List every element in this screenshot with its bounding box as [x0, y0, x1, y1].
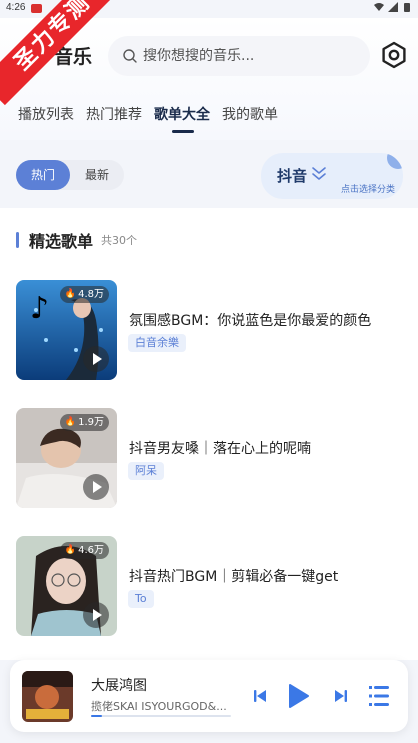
- mini-player[interactable]: 大展鸿图 揽佬SKAI ISYOURGOD&...: [10, 660, 408, 732]
- play-count: 4.8万: [78, 289, 104, 300]
- tab-playlist[interactable]: 播放列表: [18, 104, 74, 130]
- playlist-author: 白音余樂: [128, 334, 186, 352]
- decorative-dot: [387, 153, 403, 169]
- playlist-cover: 🔥 4.6万: [16, 536, 117, 636]
- sort-hot-option[interactable]: 热门: [16, 160, 70, 190]
- wifi-icon: [374, 3, 384, 11]
- playlist-cover: 🔥 1.9万: [16, 408, 117, 508]
- play-count: 4.6万: [78, 545, 104, 556]
- sort-toggle: 热门 最新: [16, 160, 124, 190]
- search-input[interactable]: [143, 48, 343, 64]
- playlist-title: 氛围感BGM：你说蓝色是你最爱的颜色: [129, 313, 372, 329]
- album-art[interactable]: [22, 671, 73, 722]
- filter-row: 热门 最新 抖音 点击选择分类: [0, 140, 418, 208]
- status-time: 4:26: [6, 2, 26, 13]
- playlist-item[interactable]: 🔥 1.9万 抖音男友嗓｜落在心上的呢喃 阿呆: [16, 408, 406, 508]
- playlist-author: 阿呆: [128, 462, 164, 480]
- tab-hot-recommend[interactable]: 热门推荐: [86, 104, 142, 130]
- status-icons: [374, 2, 412, 12]
- category-name: 抖音: [277, 167, 308, 185]
- next-track-icon[interactable]: [334, 688, 348, 704]
- category-selector[interactable]: 抖音 点击选择分类: [261, 153, 403, 199]
- battery-icon: [404, 3, 410, 12]
- fire-icon: 🔥: [64, 545, 77, 555]
- signal-icon: [388, 2, 398, 12]
- playlist-item[interactable]: ♪ 🔥 4.8万 氛围感BGM：你说蓝色是你最爱的颜色 白音余樂: [16, 280, 406, 380]
- tab-all-playlists[interactable]: 歌单大全: [154, 104, 210, 133]
- now-playing-artist: 揽佬SKAI ISYOURGOD&...: [91, 700, 227, 713]
- play-icon[interactable]: [83, 602, 109, 628]
- play-count-badge: 🔥 1.9万: [59, 414, 109, 431]
- play-button-icon[interactable]: [288, 683, 310, 709]
- play-count-badge: 🔥 4.8万: [59, 286, 109, 303]
- settings-icon[interactable]: [379, 40, 409, 70]
- play-count: 1.9万: [78, 417, 104, 428]
- category-hint: 点击选择分类: [340, 185, 395, 195]
- play-count-badge: 🔥 4.6万: [59, 542, 109, 559]
- fire-icon: 🔥: [64, 417, 77, 427]
- tab-bar: 播放列表 热门推荐 歌单大全 我的歌单: [18, 104, 278, 133]
- section-title: 精选歌单: [29, 232, 94, 251]
- playlist-title: 抖音热门BGM｜剪辑必备一键get: [129, 569, 339, 585]
- search-icon: [123, 49, 137, 63]
- app-page: 4:26 圣力专测 音乐 播放列表 热门推荐 歌单大全 我的歌单: [0, 0, 418, 743]
- section-count: 共30个: [101, 234, 138, 247]
- svg-text:♪: ♪: [30, 291, 49, 326]
- playlist-panel: 精选歌单 共30个 ♪ 🔥 4.8万 氛围感BGM：你说蓝色是你最爱的颜色 白音…: [0, 208, 418, 660]
- chevron-down-icon: [312, 167, 326, 180]
- album-art-image: [22, 671, 73, 722]
- playlist-cover: ♪ 🔥 4.8万: [16, 280, 117, 380]
- section-header: 精选歌单 共30个: [16, 228, 137, 252]
- progress-fill: [91, 715, 103, 717]
- tab-my-playlists[interactable]: 我的歌单: [222, 104, 278, 130]
- playback-progress[interactable]: [91, 715, 231, 717]
- play-icon[interactable]: [83, 474, 109, 500]
- notification-icon: [31, 4, 42, 13]
- playlist-author: To: [128, 590, 154, 608]
- playlist-queue-icon[interactable]: [369, 684, 391, 708]
- play-icon[interactable]: [83, 346, 109, 372]
- previous-track-icon[interactable]: [253, 688, 267, 704]
- now-playing-title: 大展鸿图: [91, 678, 147, 694]
- playlist-title: 抖音男友嗓｜落在心上的呢喃: [129, 441, 311, 457]
- playlist-item[interactable]: 🔥 4.6万 抖音热门BGM｜剪辑必备一键get To: [16, 536, 406, 636]
- sort-new-option[interactable]: 最新: [70, 160, 124, 190]
- fire-icon: 🔥: [64, 289, 77, 299]
- search-bar[interactable]: [108, 36, 370, 76]
- section-accent-bar: [16, 232, 19, 248]
